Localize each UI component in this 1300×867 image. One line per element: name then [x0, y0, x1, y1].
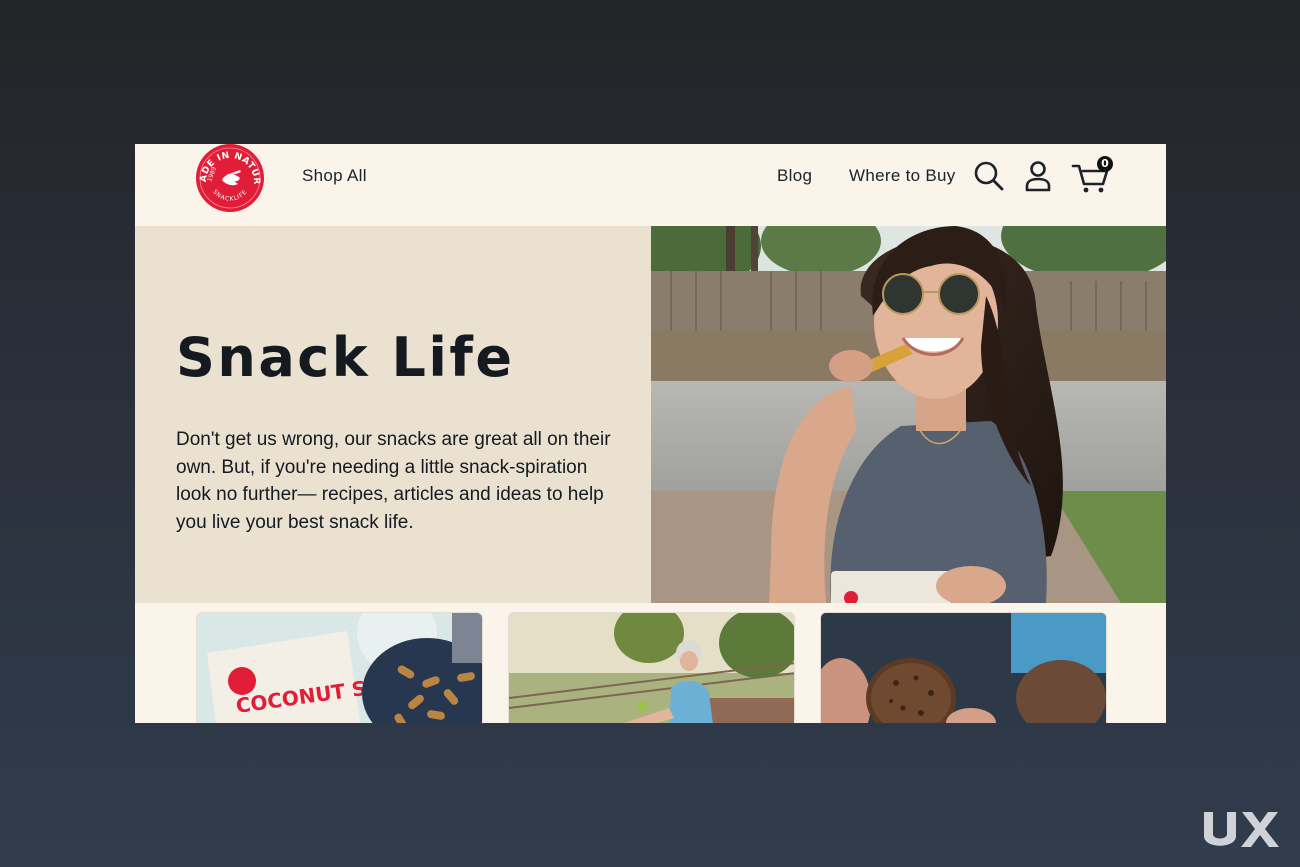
user-icon: [1025, 161, 1051, 192]
energy-bite-image: [821, 613, 1106, 723]
hero-text-panel: Snack Life Don't get us wrong, our snack…: [135, 226, 651, 603]
account-button[interactable]: [1023, 160, 1053, 192]
made-in-nature-logo[interactable]: MADE IN NATURE SNACKLIFE 1989: [189, 144, 266, 213]
hero-title: Snack Life: [176, 326, 515, 389]
article-card-outdoor-snack[interactable]: [508, 612, 795, 723]
site-header: MADE IN NATURE SNACKLIFE 1989 Shop All B…: [135, 144, 1166, 226]
cart-count-badge: 0: [1097, 156, 1113, 172]
ux-logo-icon: UX: [1200, 806, 1279, 847]
hero-photo: [651, 226, 1166, 603]
nav-where-to-buy[interactable]: Where to Buy: [849, 166, 956, 186]
article-card-energy-bites[interactable]: [820, 612, 1107, 723]
watermark-text: UX: [1200, 806, 1202, 807]
nav-shop-all[interactable]: Shop All: [302, 166, 367, 186]
search-icon: [974, 161, 1004, 191]
nav-blog[interactable]: Blog: [777, 166, 812, 186]
hero-description: Don't get us wrong, our snacks are great…: [176, 429, 611, 533]
coconut-smiles-image: COCONUT SMILES: [197, 613, 482, 723]
woman-exercising-image: [509, 613, 794, 723]
ux-watermark-logo: UX: [1200, 806, 1282, 852]
article-cards-row: COCONUT SMILES: [135, 603, 1166, 723]
website-frame: MADE IN NATURE SNACKLIFE 1989 Shop All B…: [135, 144, 1166, 723]
cart-button[interactable]: 0: [1071, 156, 1117, 194]
woman-eating-snack-image: [651, 226, 1166, 603]
logo-badge: MADE IN NATURE SNACKLIFE 1989: [189, 144, 264, 212]
article-card-coconut-smiles[interactable]: COCONUT SMILES: [196, 612, 483, 723]
search-button[interactable]: [973, 160, 1005, 192]
